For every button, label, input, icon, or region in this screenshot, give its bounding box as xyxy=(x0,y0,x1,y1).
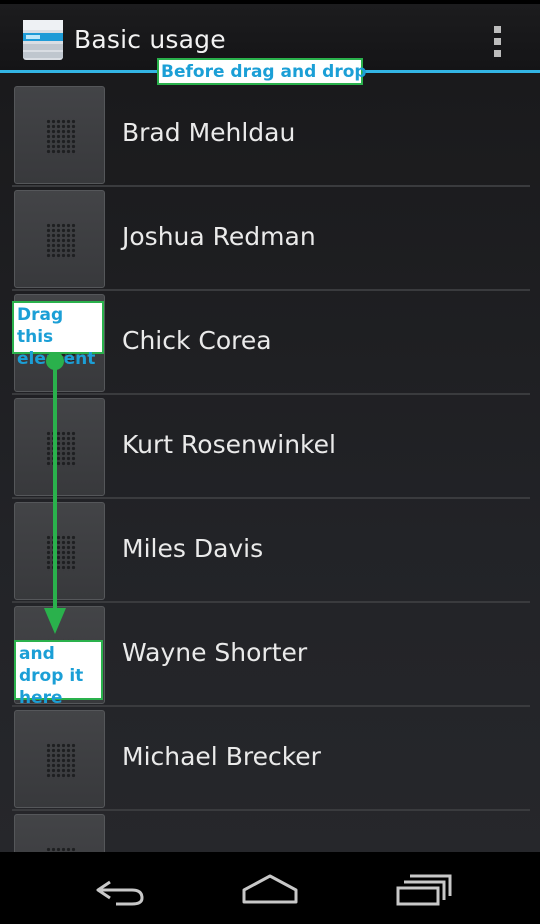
app-list-icon[interactable] xyxy=(20,17,66,63)
drag-grip-icon xyxy=(46,223,76,259)
drop-annotation: and drop it here xyxy=(14,640,103,708)
list-item-label: Kurt Rosenwinkel xyxy=(122,430,336,459)
list-item-label: Brad Mehldau xyxy=(122,118,296,147)
drag-sort-list[interactable]: Brad Mehldau Joshua Redman Chick Corea K… xyxy=(0,73,540,852)
drag-annotation: Drag this element xyxy=(12,301,104,369)
list-item-label: Wayne Shorter xyxy=(122,638,308,667)
drag-grip-icon xyxy=(46,431,76,467)
drag-grip-icon xyxy=(46,743,76,779)
list-item[interactable]: Kurt Rosenwinkel xyxy=(0,394,540,498)
back-icon[interactable] xyxy=(90,870,150,910)
list-item-label: Chick Corea xyxy=(122,326,272,355)
home-icon[interactable] xyxy=(240,870,300,910)
drag-handle[interactable] xyxy=(14,814,105,852)
app-title: Basic usage xyxy=(74,25,226,54)
navigation-bar xyxy=(0,852,540,924)
recent-apps-icon[interactable] xyxy=(394,870,454,910)
list-item[interactable]: Brad Mehldau xyxy=(0,82,540,186)
list-item-label: Miles Davis xyxy=(122,534,264,563)
list-item-label: Joshua Redman xyxy=(122,222,316,251)
drag-handle[interactable] xyxy=(14,86,105,184)
drag-grip-icon xyxy=(46,535,76,571)
drag-handle[interactable] xyxy=(14,398,105,496)
list-item[interactable]: Miles Davis xyxy=(0,498,540,602)
drag-grip-icon xyxy=(46,119,76,155)
drag-handle[interactable] xyxy=(14,710,105,808)
list-item-label: Michael Brecker xyxy=(122,742,321,771)
drag-handle[interactable] xyxy=(14,502,105,600)
list-item[interactable]: Michael Brecker xyxy=(0,706,540,810)
list-item[interactable] xyxy=(0,810,540,852)
drag-handle[interactable] xyxy=(14,190,105,288)
before-annotation: Before drag and drop xyxy=(157,58,367,85)
overflow-menu-icon[interactable] xyxy=(484,22,512,62)
list-item[interactable]: Joshua Redman xyxy=(0,186,540,290)
